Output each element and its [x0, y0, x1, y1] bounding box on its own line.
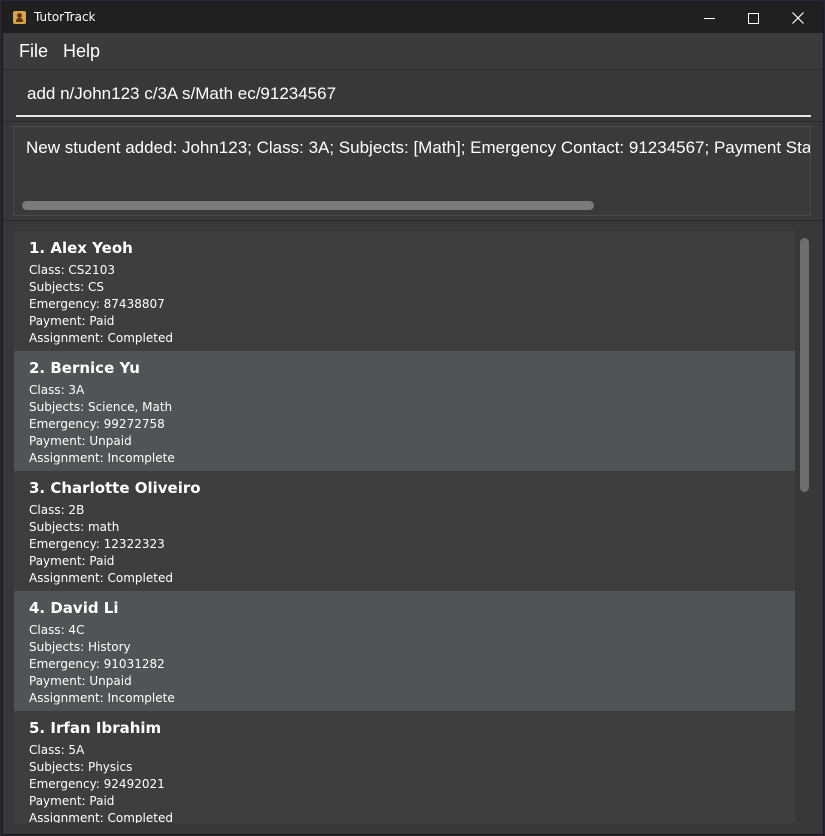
- student-list: 1. Alex Yeoh Class: CS2103 Subjects: CS …: [14, 231, 811, 823]
- student-card[interactable]: 5. Irfan Ibrahim Class: 5A Subjects: Phy…: [14, 711, 795, 823]
- student-emergency: Emergency: 12322323: [29, 537, 165, 551]
- student-assignment: Assignment: Completed: [29, 571, 173, 585]
- maximize-icon: [747, 12, 759, 24]
- student-payment: Payment: Unpaid: [29, 674, 132, 688]
- student-payment: Payment: Paid: [29, 314, 115, 328]
- scrollbar-thumb[interactable]: [800, 238, 809, 492]
- student-class: Class: CS2103: [29, 263, 115, 277]
- student-subjects: Subjects: Science, Math: [29, 400, 173, 414]
- student-emergency: Emergency: 87438807: [29, 297, 165, 311]
- student-emergency: Emergency: 92492021: [29, 777, 165, 791]
- student-assignment: Assignment: Incomplete: [29, 691, 175, 705]
- student-subjects: Subjects: History: [29, 640, 131, 654]
- student-assignment: Assignment: Incomplete: [29, 451, 175, 465]
- result-display: New student added: John123; Class: 3A; S…: [13, 126, 811, 216]
- student-class: Class: 2B: [29, 503, 85, 517]
- student-subjects: Subjects: Physics: [29, 760, 133, 774]
- student-emergency: Emergency: 99272758: [29, 417, 165, 431]
- student-class: Class: 5A: [29, 743, 85, 757]
- student-card[interactable]: 1. Alex Yeoh Class: CS2103 Subjects: CS …: [14, 231, 795, 351]
- student-subjects: Subjects: CS: [29, 280, 104, 294]
- student-card[interactable]: 4. David Li Class: 4C Subjects: History …: [14, 591, 795, 711]
- minimize-icon: [703, 17, 715, 19]
- student-name: 3. Charlotte Oliveiro: [29, 479, 201, 497]
- student-card[interactable]: 2. Bernice Yu Class: 3A Subjects: Scienc…: [14, 351, 795, 471]
- student-emergency: Emergency: 91031282: [29, 657, 165, 671]
- student-payment: Payment: Paid: [29, 794, 115, 808]
- minimize-button[interactable]: [686, 3, 732, 33]
- divider: [3, 121, 823, 122]
- horizontal-scrollbar[interactable]: [22, 201, 594, 210]
- student-assignment: Assignment: Completed: [29, 331, 173, 345]
- student-class: Class: 3A: [29, 383, 85, 397]
- window-title: TutorTrack: [34, 10, 96, 24]
- menu-bar: File Help: [3, 33, 823, 70]
- menu-file[interactable]: File: [19, 41, 48, 62]
- vertical-scrollbar[interactable]: [797, 231, 811, 823]
- maximize-button[interactable]: [730, 3, 776, 33]
- student-class: Class: 4C: [29, 623, 85, 637]
- menu-help[interactable]: Help: [63, 41, 100, 62]
- app-window: TutorTrack File Help New student added: …: [2, 2, 824, 835]
- student-name: 2. Bernice Yu: [29, 359, 140, 377]
- title-bar: TutorTrack: [3, 3, 823, 33]
- command-box: [16, 75, 811, 117]
- student-name: 1. Alex Yeoh: [29, 239, 133, 257]
- student-subjects: Subjects: math: [29, 520, 120, 534]
- app-logo-icon: [13, 11, 26, 24]
- command-input[interactable]: [16, 75, 807, 113]
- student-assignment: Assignment: Completed: [29, 811, 173, 823]
- student-payment: Payment: Paid: [29, 554, 115, 568]
- student-name: 4. David Li: [29, 599, 119, 617]
- divider: [3, 220, 823, 221]
- close-icon: [792, 12, 804, 24]
- result-text: New student added: John123; Class: 3A; S…: [26, 138, 811, 157]
- student-payment: Payment: Unpaid: [29, 434, 132, 448]
- close-button[interactable]: [775, 3, 821, 33]
- student-name: 5. Irfan Ibrahim: [29, 719, 162, 737]
- student-card[interactable]: 3. Charlotte Oliveiro Class: 2B Subjects…: [14, 471, 795, 591]
